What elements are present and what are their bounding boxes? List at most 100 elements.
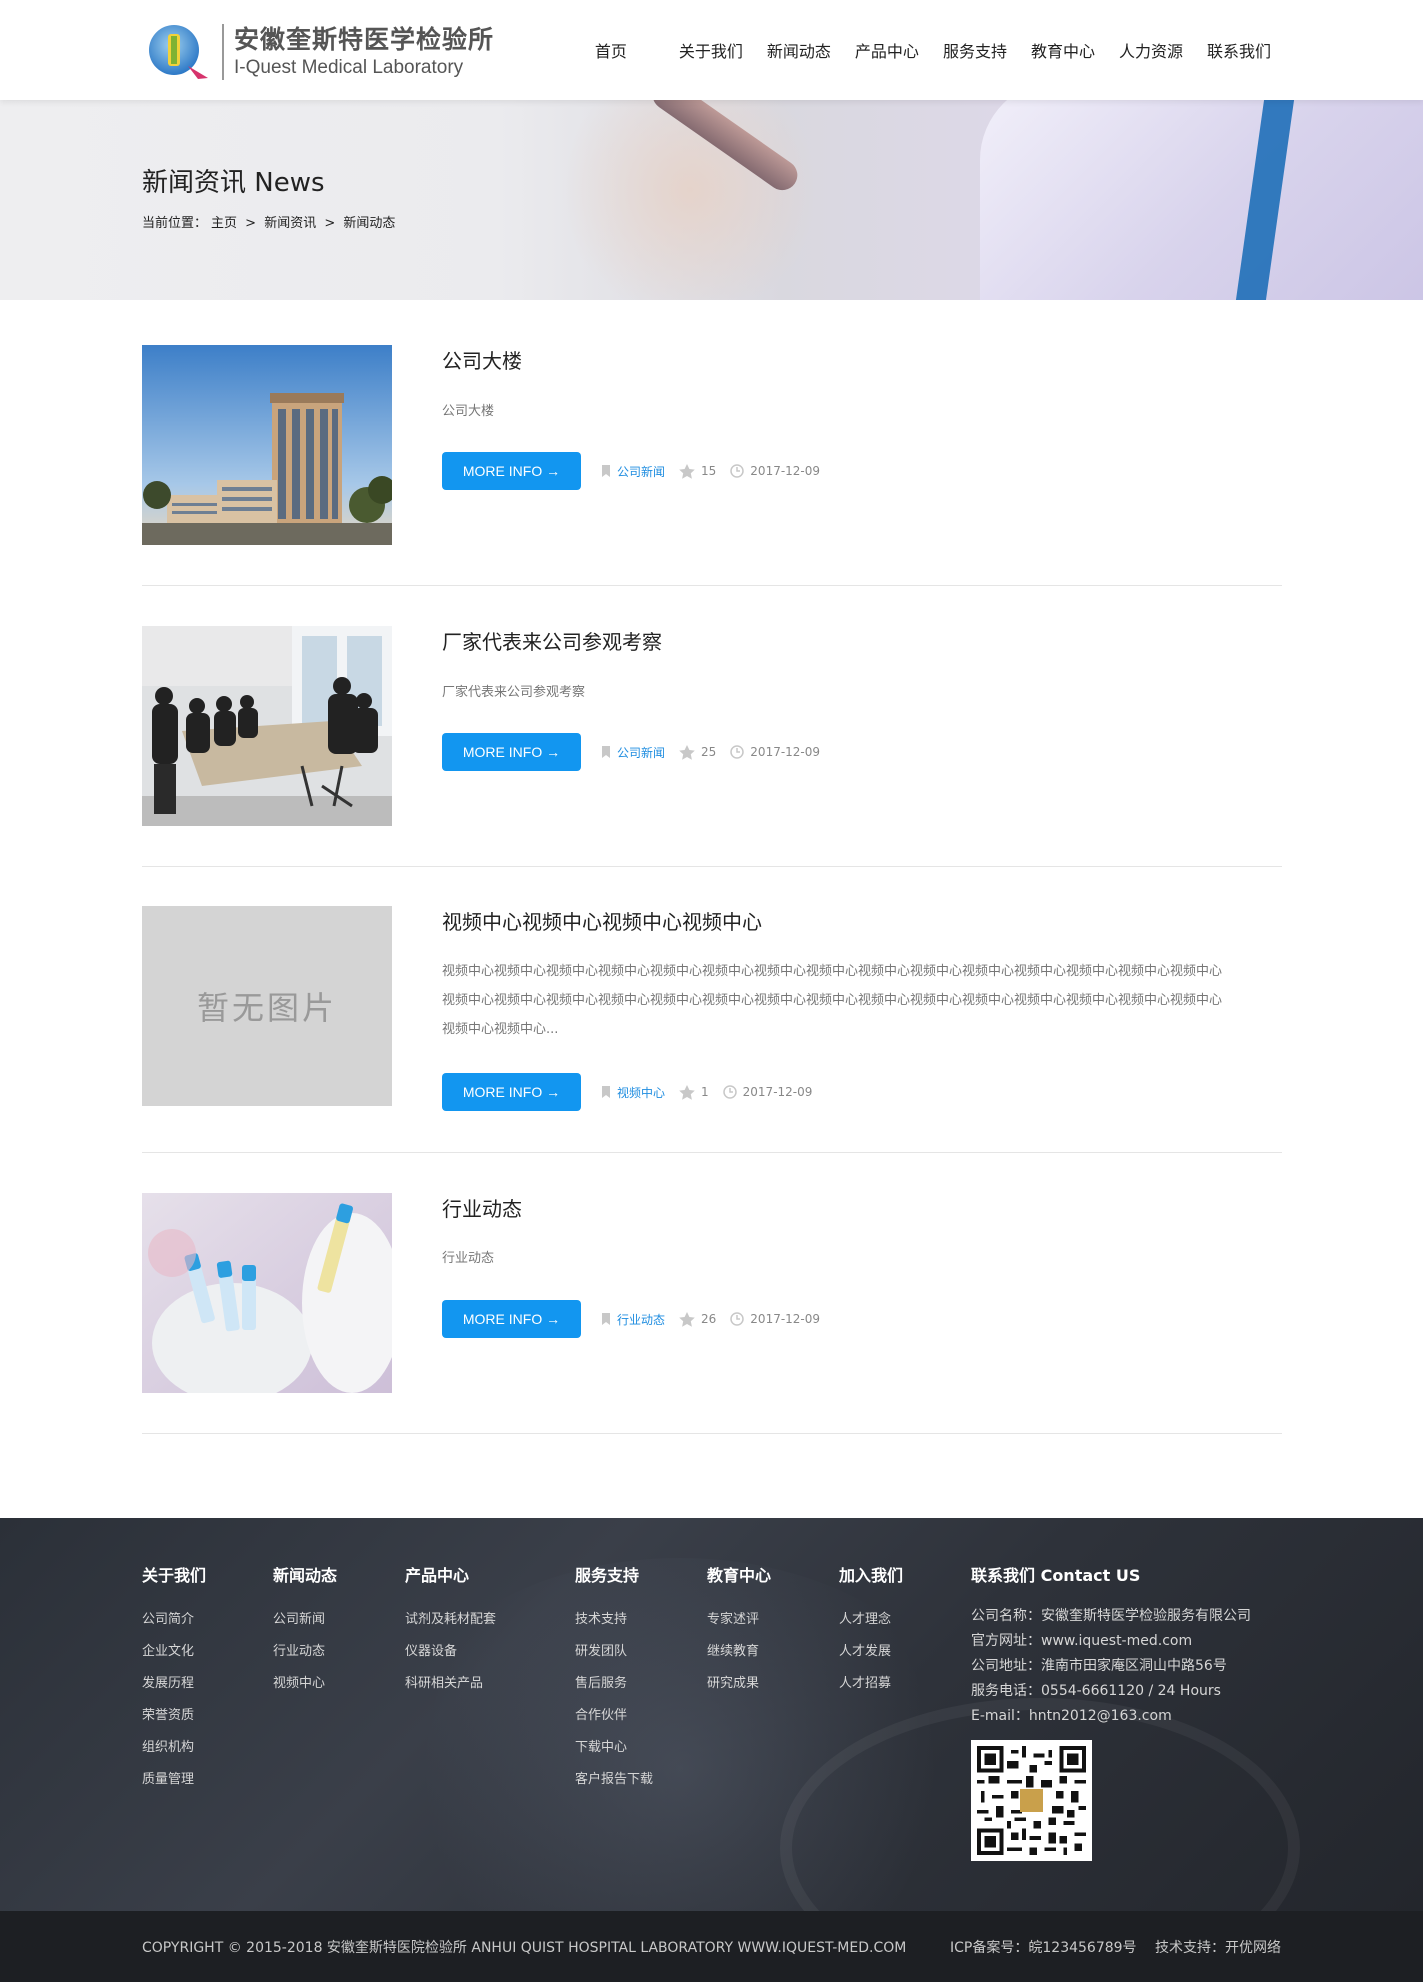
- footer-link[interactable]: 科研相关产品: [405, 1668, 496, 1700]
- footer-link[interactable]: 发展历程: [142, 1668, 206, 1700]
- footer-link[interactable]: 人才招募: [839, 1668, 903, 1700]
- news-meta: MORE INFO → 视频中心 1 2017-12-09: [442, 1073, 812, 1111]
- nav-item-education[interactable]: 教育中心: [1031, 38, 1095, 62]
- footer-column-title[interactable]: 产品中心: [405, 1562, 496, 1586]
- news-thumbnail-tubes[interactable]: [142, 1193, 392, 1393]
- news-views: 25: [679, 744, 717, 760]
- more-info-button[interactable]: MORE INFO →: [442, 452, 581, 490]
- news-summary: 厂家代表来公司参观考察: [442, 685, 586, 700]
- news-views: 1: [679, 1084, 709, 1100]
- site-logo[interactable]: 安徽奎斯特医学检验所 I-Quest Medical Laboratory: [142, 22, 494, 82]
- news-item: 公司大楼 公司大楼 MORE INFO → 公司新闻 15 2017-12-09: [142, 345, 1282, 545]
- brand-name-cn: 安徽奎斯特医学检验所: [234, 25, 495, 54]
- nav-item-hr[interactable]: 人力资源: [1119, 38, 1183, 62]
- news-category[interactable]: 公司新闻: [601, 463, 665, 480]
- footer-link[interactable]: 质量管理: [142, 1764, 206, 1796]
- nav-item-service[interactable]: 服务支持: [943, 38, 1007, 62]
- footer-link[interactable]: 荣誉资质: [142, 1700, 206, 1732]
- footer-link[interactable]: 客户报告下载: [575, 1764, 653, 1796]
- news-date: 2017-12-09: [730, 745, 820, 759]
- nav-item-about[interactable]: 关于我们: [679, 38, 743, 62]
- footer-link[interactable]: 人才理念: [839, 1604, 903, 1636]
- breadcrumb-current[interactable]: 新闻动态: [343, 216, 395, 231]
- news-category[interactable]: 公司新闻: [601, 744, 665, 761]
- news-views-count: 1: [701, 1085, 709, 1099]
- footer-link[interactable]: 研究成果: [707, 1668, 771, 1700]
- footer-link[interactable]: 仪器设备: [405, 1636, 496, 1668]
- news-title[interactable]: 公司大楼: [442, 345, 522, 374]
- contact-email[interactable]: E-mail：hntn2012@163.com: [971, 1704, 1251, 1729]
- news-title[interactable]: 视频中心视频中心视频中心视频中心: [442, 906, 762, 935]
- news-category-label[interactable]: 视频中心: [617, 1084, 665, 1101]
- footer-link[interactable]: 技术支持: [575, 1604, 653, 1636]
- nav-item-contact[interactable]: 联系我们: [1207, 38, 1271, 62]
- footer-link[interactable]: 售后服务: [575, 1668, 653, 1700]
- news-category[interactable]: 视频中心: [601, 1084, 665, 1101]
- footer-link[interactable]: 行业动态: [273, 1636, 337, 1668]
- footer-link[interactable]: 试剂及耗材配套: [405, 1604, 496, 1636]
- clock-icon: [730, 745, 745, 759]
- news-category-label[interactable]: 公司新闻: [617, 744, 665, 761]
- footer-link[interactable]: 专家述评: [707, 1604, 771, 1636]
- copyright-right: ICP备案号：皖123456789号 技术支持：开优网络: [936, 1937, 1281, 1957]
- footer-link[interactable]: 人才发展: [839, 1636, 903, 1668]
- contact-website[interactable]: 官方网址：www.iquest-med.com: [971, 1629, 1251, 1654]
- more-info-button[interactable]: MORE INFO →: [442, 733, 581, 771]
- news-title[interactable]: 行业动态: [442, 1193, 522, 1222]
- footer-link[interactable]: 公司新闻: [273, 1604, 337, 1636]
- more-info-button[interactable]: MORE INFO →: [442, 1073, 581, 1111]
- news-summary: 公司大楼: [442, 404, 495, 419]
- news-meta: MORE INFO → 公司新闻 15 2017-12-09: [442, 452, 820, 490]
- news-title[interactable]: 厂家代表来公司参观考察: [442, 626, 662, 655]
- nav-item-home[interactable]: 首页: [595, 38, 627, 62]
- icp-record[interactable]: ICP备案号：皖123456789号: [950, 1940, 1137, 1956]
- footer-link[interactable]: 企业文化: [142, 1636, 206, 1668]
- footer-link[interactable]: 合作伙伴: [575, 1700, 653, 1732]
- footer-column-news: 新闻动态 公司新闻 行业动态 视频中心: [273, 1562, 337, 1700]
- footer-link[interactable]: 视频中心: [273, 1668, 337, 1700]
- breadcrumb-home[interactable]: 主页: [211, 216, 237, 231]
- nav-item-news[interactable]: 新闻动态: [767, 38, 831, 62]
- site-header: 安徽奎斯特医学检验所 I-Quest Medical Laboratory 首页…: [0, 0, 1423, 100]
- news-category[interactable]: 行业动态: [601, 1311, 665, 1328]
- footer-link[interactable]: 下载中心: [575, 1732, 653, 1764]
- breadcrumb-prefix: 当前位置：: [142, 216, 208, 231]
- news-thumbnail-placeholder[interactable]: 暂无图片: [142, 906, 392, 1106]
- news-views-count: 26: [701, 1312, 717, 1326]
- footer-link[interactable]: 继续教育: [707, 1636, 771, 1668]
- bookmark-icon: [602, 1086, 610, 1098]
- footer-column-title[interactable]: 关于我们: [142, 1562, 206, 1586]
- news-thumbnail-meeting[interactable]: [142, 626, 392, 826]
- news-divider: [142, 1152, 1282, 1153]
- footer-column-service: 服务支持 技术支持 研发团队 售后服务 合作伙伴 下载中心 客户报告下载: [575, 1562, 653, 1796]
- news-category-label[interactable]: 行业动态: [617, 1311, 665, 1328]
- banner-coat-image: [980, 100, 1423, 300]
- logo-q-icon: [142, 22, 210, 82]
- footer-link[interactable]: 公司简介: [142, 1604, 206, 1636]
- bookmark-icon: [602, 1313, 610, 1325]
- footer-column-title[interactable]: 联系我们 Contact US: [971, 1562, 1251, 1586]
- page-banner: 新闻资讯 News 当前位置： 主页 > 新闻资讯 > 新闻动态: [0, 100, 1423, 300]
- breadcrumb: 当前位置： 主页 > 新闻资讯 > 新闻动态: [142, 212, 399, 231]
- footer-column-join: 加入我们 人才理念 人才发展 人才招募: [839, 1562, 903, 1700]
- breadcrumb-news[interactable]: 新闻资讯: [264, 216, 316, 231]
- star-icon: [679, 744, 695, 760]
- more-info-button[interactable]: MORE INFO →: [442, 1300, 581, 1338]
- news-category-label[interactable]: 公司新闻: [617, 463, 665, 480]
- footer-column-title[interactable]: 新闻动态: [273, 1562, 337, 1586]
- nav-item-products[interactable]: 产品中心: [855, 38, 919, 62]
- footer-column-title[interactable]: 加入我们: [839, 1562, 903, 1586]
- footer-column-title[interactable]: 服务支持: [575, 1562, 653, 1586]
- footer-link[interactable]: 研发团队: [575, 1636, 653, 1668]
- footer-column-title[interactable]: 教育中心: [707, 1562, 771, 1586]
- logo-text: 安徽奎斯特医学检验所 I-Quest Medical Laboratory: [234, 24, 494, 80]
- tech-support[interactable]: 技术支持：开优网络: [1155, 1940, 1281, 1956]
- news-date: 2017-12-09: [722, 1085, 812, 1099]
- footer-column-about: 关于我们 公司简介 企业文化 发展历程 荣誉资质 组织机构 质量管理: [142, 1562, 206, 1796]
- breadcrumb-separator: >: [245, 216, 257, 231]
- news-views-count: 25: [701, 745, 717, 759]
- news-summary: 视频中心视频中心视频中心视频中心视频中心视频中心视频中心视频中心视频中心视频中心…: [442, 957, 1282, 1044]
- copyright-text: COPYRIGHT © 2015-2018 安徽奎斯特医院检验所 ANHUI Q…: [142, 1940, 907, 1956]
- news-thumbnail-building[interactable]: [142, 345, 392, 545]
- footer-link[interactable]: 组织机构: [142, 1732, 206, 1764]
